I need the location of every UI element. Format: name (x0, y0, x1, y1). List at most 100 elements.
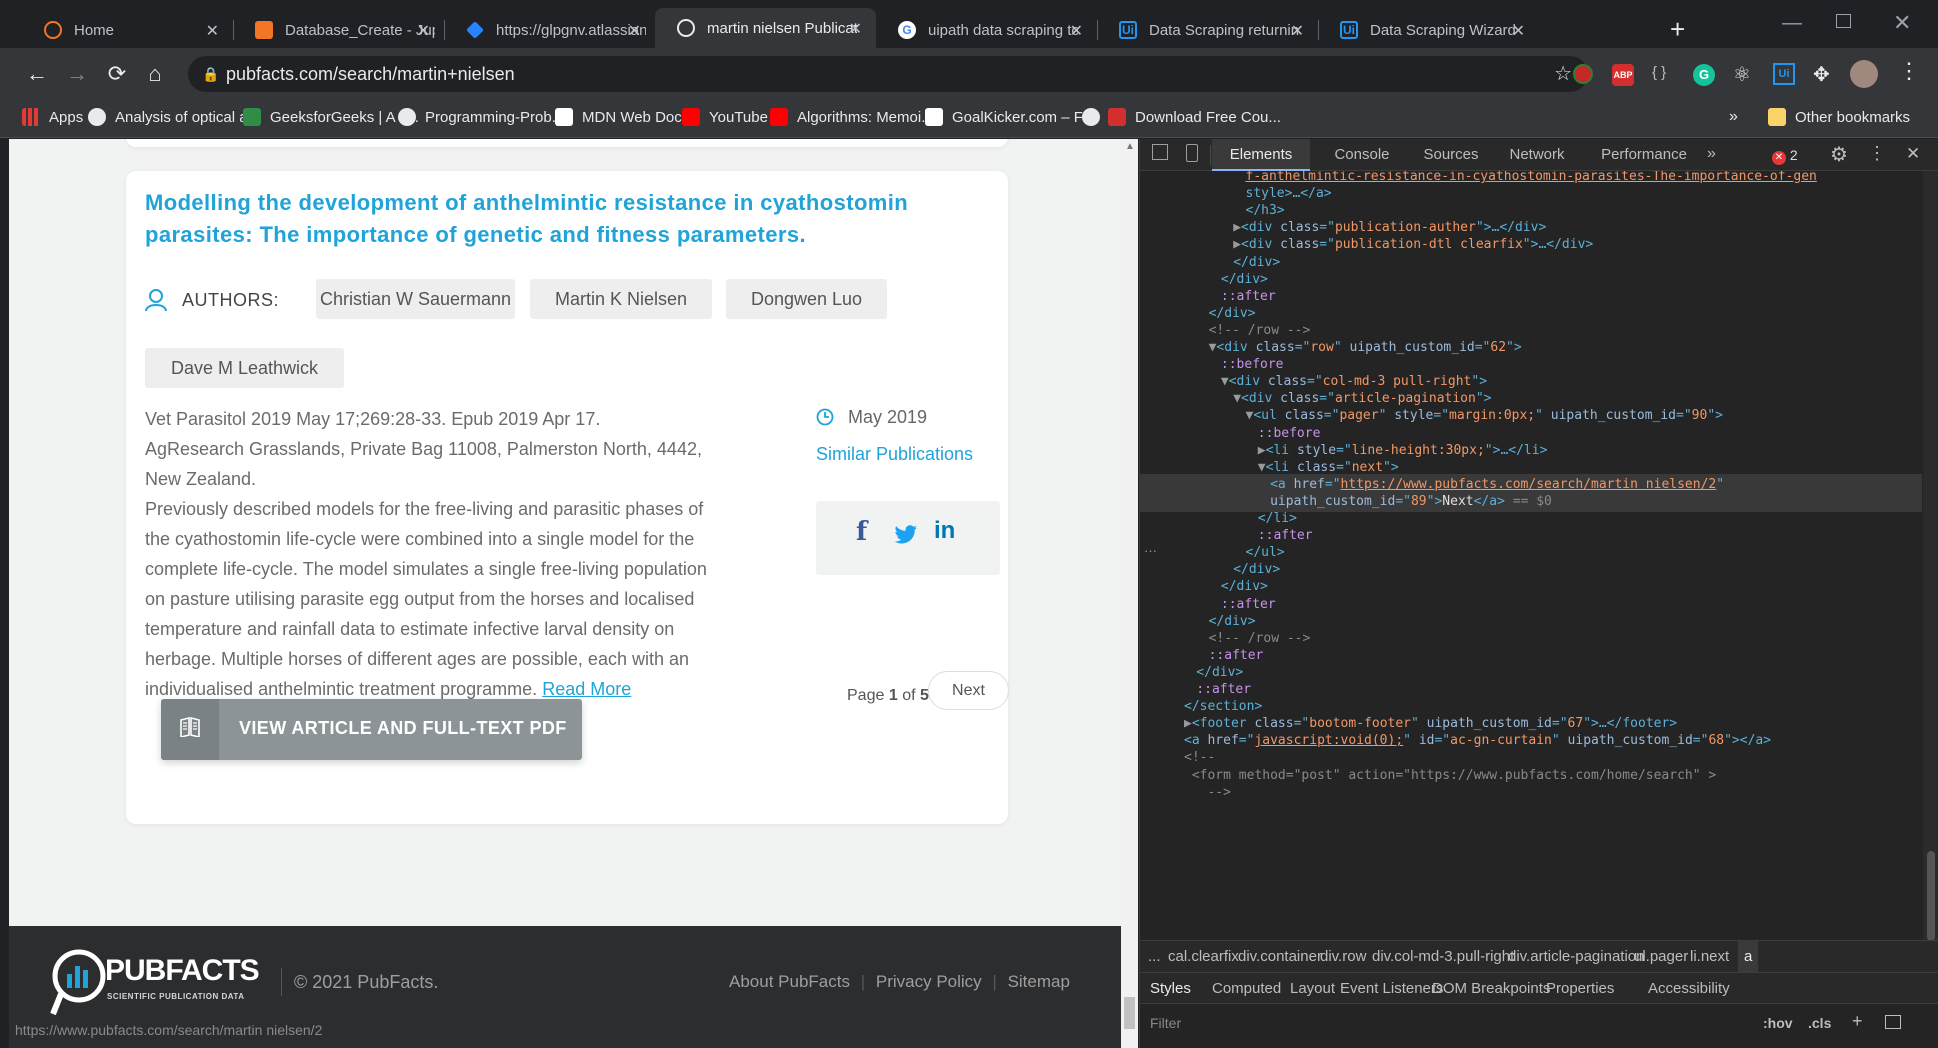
browser-tab[interactable]: Guipath data scraping to ✕ (876, 12, 1097, 48)
json-viewer-icon[interactable]: { } (1652, 64, 1666, 81)
linkedin-icon[interactable]: in (934, 517, 955, 545)
devtools-scroll-thumb[interactable] (1927, 851, 1935, 941)
close-window-button[interactable]: ✕ (1893, 10, 1911, 36)
dom-breadcrumb[interactable]: div.col-md-3.pull-right (1372, 941, 1514, 973)
new-tab-button[interactable]: + (1670, 14, 1685, 45)
read-more-link[interactable]: Read More (542, 679, 631, 699)
dom-breadcrumb[interactable]: div.article-pagination (1508, 941, 1644, 973)
author-chip[interactable]: Dave M Leathwick (145, 348, 344, 388)
styles-pane-tab[interactable]: Computed (1212, 973, 1281, 1005)
other-bookmarks[interactable]: Other bookmarks (1768, 108, 1910, 126)
minimize-button[interactable]: — (1782, 12, 1802, 35)
restore-button[interactable] (1836, 14, 1851, 28)
browser-tab[interactable]: Ui Data Scraping returnin ✕ (1097, 12, 1318, 48)
devtools-tab[interactable]: Elements (1212, 139, 1310, 171)
devtools-tab[interactable]: Sources (1410, 139, 1492, 171)
view-article-button[interactable]: VIEW ARTICLE AND FULL-TEXT PDF (161, 699, 582, 760)
tab-close-icon[interactable]: ✕ (849, 19, 862, 39)
dom-breadcrumb[interactable]: div.container (1238, 941, 1322, 973)
dom-breadcrumb[interactable]: ul.pager (1634, 941, 1688, 973)
cls-toggle[interactable]: .cls (1808, 1015, 1831, 1031)
dom-breadcrumb[interactable]: ... (1148, 941, 1161, 973)
address-bar[interactable]: 🔒 pubfacts.com/search/martin+nielsen ☆ (188, 56, 1588, 92)
styles-pane-tab[interactable]: DOM Breakpoints (1432, 973, 1550, 1005)
tab-close-icon[interactable]: ✕ (417, 21, 430, 41)
devtools-tab[interactable]: Console (1318, 139, 1406, 171)
bookmark-item[interactable] (1082, 108, 1109, 126)
footer-link-sitemap[interactable]: Sitemap (1008, 972, 1070, 991)
author-chip[interactable]: Dongwen Luo (726, 279, 887, 319)
dom-breadcrumb[interactable]: cal.clearfix (1168, 941, 1239, 973)
article-title[interactable]: Modelling the development of anthelminti… (145, 187, 965, 251)
bookmark-item[interactable]: MDN Web Docs (555, 108, 689, 126)
error-badge[interactable]: ✕ 2 (1772, 147, 1798, 165)
bookmark-item[interactable]: Analysis of optical a... (88, 108, 260, 126)
settings-gear-icon[interactable]: ⚙ (1830, 142, 1848, 167)
bookmark-item[interactable]: YouTube (682, 108, 768, 126)
devtools-tab[interactable]: Network (1497, 139, 1577, 171)
bookmark-item[interactable]: Algorithms: Memoi... (770, 108, 934, 126)
author-chip[interactable]: Christian W Sauermann (316, 279, 515, 319)
devtools-menu-icon[interactable]: ⋮ (1868, 143, 1886, 164)
react-devtools-icon[interactable]: ⚛ (1733, 62, 1751, 87)
browser-tab[interactable]: martin nielsen Publicat ✕ (655, 8, 876, 48)
next-page-button[interactable]: Next (928, 671, 1009, 710)
bookmark-item[interactable]: Download Free Cou... (1108, 108, 1281, 126)
scroll-thumb[interactable] (1124, 997, 1135, 1029)
hov-toggle[interactable]: :hov (1763, 1015, 1793, 1031)
reload-icon[interactable]: ⟳ (102, 61, 132, 87)
extensions-puzzle-icon[interactable]: ✥ (1813, 62, 1830, 87)
bookmark-item[interactable]: Programming-Prob... (398, 108, 564, 126)
browser-tab[interactable]: Ui Data Scraping Wizard c ✕ (1318, 12, 1539, 48)
inspect-element-icon[interactable] (1152, 144, 1168, 160)
browser-tab[interactable]: Home ✕ (22, 12, 233, 48)
author-chip[interactable]: Martin K Nielsen (530, 279, 712, 319)
styles-pane-tab[interactable]: Layout (1290, 973, 1335, 1005)
page-scrollbar[interactable]: ▲ (1121, 139, 1138, 1048)
bookmark-star-icon[interactable]: ☆ (1554, 56, 1572, 92)
dom-breadcrumb[interactable]: li.next (1690, 941, 1729, 973)
dom-breadcrumb[interactable]: div.row (1320, 941, 1366, 973)
new-style-rule-icon[interactable]: + (1852, 1011, 1863, 1032)
menu-kebab-icon[interactable]: ⋮ (1898, 58, 1920, 84)
back-icon[interactable]: ← (22, 61, 52, 87)
device-toggle-icon[interactable] (1186, 144, 1198, 162)
bookmark-item[interactable]: GoalKicker.com – Fr... (925, 108, 1100, 126)
dom-breadcrumb[interactable]: a (1738, 941, 1759, 973)
dom-node-line[interactable]: --> (1140, 782, 1922, 803)
bookmark-item[interactable]: Apps (22, 108, 83, 126)
grammarly-icon[interactable]: G (1693, 64, 1715, 86)
toggle-sidebar-icon[interactable] (1885, 1015, 1901, 1029)
tab-close-icon[interactable]: ✕ (1512, 21, 1525, 41)
devtools-tab[interactable]: Performance (1586, 139, 1702, 171)
styles-pane-tab[interactable]: Event Listeners (1340, 973, 1443, 1005)
dom-tree[interactable]: f-anthelmintic-resistance-in-cyathostomi… (1140, 171, 1922, 941)
forward-icon[interactable]: → (62, 61, 92, 87)
tab-close-icon[interactable]: ✕ (206, 21, 219, 41)
styles-pane-tab[interactable]: Styles (1150, 973, 1191, 1007)
devtools-close-icon[interactable]: ✕ (1906, 144, 1920, 164)
styles-filter-input[interactable]: Filter (1150, 1015, 1181, 1031)
uipath-extension-icon[interactable]: Ui (1773, 63, 1795, 85)
scroll-up-icon[interactable]: ▲ (1125, 141, 1135, 152)
profile-avatar[interactable] (1850, 60, 1878, 88)
twitter-icon[interactable] (894, 525, 918, 545)
bookmarks-overflow-button[interactable]: » (1729, 108, 1738, 126)
footer-link-about[interactable]: About PubFacts (729, 972, 850, 991)
styles-pane-tab[interactable]: Accessibility (1648, 973, 1730, 1005)
footer-link-privacy[interactable]: Privacy Policy (876, 972, 982, 991)
home-icon[interactable]: ⌂ (140, 61, 170, 87)
browser-tab[interactable]: Database_Create - Jupy ✕ (233, 12, 444, 48)
tab-close-icon[interactable]: ✕ (628, 21, 641, 41)
tab-close-icon[interactable]: ✕ (1291, 21, 1304, 41)
tab-close-icon[interactable]: ✕ (1070, 21, 1083, 41)
adblock-plus-icon[interactable]: ABP (1612, 64, 1634, 86)
facebook-icon[interactable]: f (856, 517, 867, 547)
styles-pane-tab[interactable]: Properties (1546, 973, 1614, 1005)
similar-publications-link[interactable]: Similar Publications (816, 444, 973, 465)
pubfacts-logo[interactable]: PUBFACTS SCIENTIFIC PUBLICATION DATA (49, 948, 269, 1028)
devtools-scrollbar[interactable] (1923, 171, 1938, 941)
devtools-more-tabs[interactable]: » (1707, 145, 1716, 163)
browser-tab[interactable]: https://glpgnv.atlassian ✕ (444, 12, 655, 48)
bookmark-item[interactable]: GeeksforGeeks | A c... (243, 108, 419, 126)
